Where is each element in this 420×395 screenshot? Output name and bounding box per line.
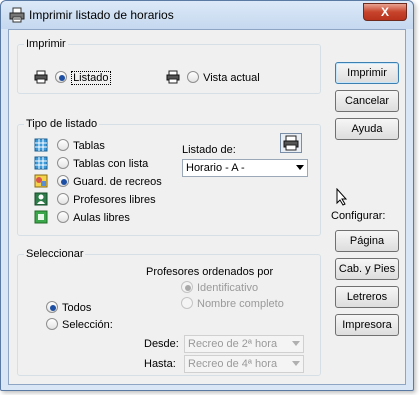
todos-option[interactable]: Todos	[46, 301, 91, 315]
desde-label: Desde:	[144, 338, 179, 350]
guard-recreos-radio[interactable]	[57, 175, 70, 188]
nombre-completo-label: Nombre completo	[197, 298, 284, 310]
listado-radio[interactable]	[55, 71, 68, 84]
hasta-value: Recreo de 4ª hora	[188, 358, 278, 370]
seleccion-option[interactable]: Selección:	[46, 318, 113, 332]
close-button[interactable]: X	[363, 3, 407, 21]
listado-de-label: Listado de:	[182, 144, 236, 156]
todos-label: Todos	[62, 302, 92, 314]
hasta-select[interactable]: Recreo de 4ª hora	[184, 355, 304, 373]
chevron-down-icon	[292, 341, 300, 346]
listado-de-value: Horario - A -	[186, 162, 245, 174]
aulas-libres-label: Aulas libres	[73, 212, 130, 224]
chevron-down-icon	[292, 361, 300, 366]
preview-printer-icon[interactable]	[280, 133, 302, 153]
print-dialog-window: Imprimir listado de horarios X Imprimir …	[0, 0, 414, 391]
hasta-label: Hasta:	[144, 358, 176, 370]
printer-icon	[9, 7, 25, 23]
printer-icon	[34, 70, 48, 84]
seleccion-label: Selección:	[62, 319, 113, 331]
profesores-libres-radio[interactable]	[57, 193, 70, 206]
profesores-libres-label: Profesores libres	[73, 194, 156, 206]
tablas-label: Tablas	[73, 140, 105, 152]
chevron-down-icon	[296, 165, 304, 170]
pagina-button[interactable]: Página	[335, 230, 399, 252]
close-icon: X	[380, 5, 389, 19]
todos-radio[interactable]	[46, 301, 58, 314]
nombre-completo-option[interactable]: Nombre completo	[181, 297, 284, 311]
classroom-icon	[34, 210, 48, 224]
desde-select[interactable]: Recreo de 2ª hora	[184, 335, 304, 353]
tipo-option-tablas[interactable]: Tablas	[34, 138, 105, 153]
listado-option[interactable]: Listado	[34, 70, 111, 85]
nombre-completo-radio[interactable]	[181, 297, 193, 310]
tipo-option-aulas-libres[interactable]: Aulas libres	[34, 210, 130, 225]
tipo-option-tablas-lista[interactable]: Tablas con lista	[34, 156, 149, 171]
identificativo-option[interactable]: Identificativo	[181, 281, 258, 295]
vista-actual-label: Vista actual	[203, 72, 260, 84]
desde-value: Recreo de 2ª hora	[188, 338, 278, 350]
cab-pies-button[interactable]: Cab. y Pies	[335, 258, 399, 280]
title-bar[interactable]: Imprimir listado de horarios X	[1, 1, 413, 29]
imprimir-legend: Imprimir	[24, 38, 68, 50]
dialog-client-area: Imprimir Listado Vista actual Tipo de li…	[8, 29, 406, 385]
printer-icon	[166, 70, 180, 84]
tipo-option-guard-recreos[interactable]: Guard. de recreos	[34, 174, 162, 189]
tablas-lista-radio[interactable]	[57, 157, 70, 170]
letreros-button[interactable]: Letreros	[335, 286, 399, 308]
seleccion-radio[interactable]	[46, 318, 58, 331]
aulas-libres-radio[interactable]	[57, 211, 70, 224]
mouse-pointer-icon	[336, 188, 348, 206]
identificativo-radio[interactable]	[181, 281, 193, 294]
tipo-listado-legend: Tipo de listado	[24, 118, 100, 130]
identificativo-label: Identificativo	[197, 282, 259, 294]
impresora-button[interactable]: Impresora	[335, 314, 399, 336]
tipo-option-profesores-libres[interactable]: Profesores libres	[34, 192, 156, 207]
listado-label: Listado	[71, 71, 111, 85]
tipo-listado-group: Tipo de listado Tablas Tablas con lista	[17, 118, 321, 236]
window-title: Imprimir listado de horarios	[29, 8, 174, 22]
listado-de-select[interactable]: Horario - A -	[182, 159, 308, 177]
seleccionar-legend: Seleccionar	[24, 248, 86, 260]
teacher-icon	[34, 192, 48, 206]
vista-actual-option[interactable]: Vista actual	[166, 70, 260, 85]
recess-guard-icon	[34, 174, 48, 188]
tablas-lista-label: Tablas con lista	[73, 158, 149, 170]
configurar-label: Configurar:	[331, 210, 386, 222]
table-list-icon	[34, 156, 48, 170]
guard-recreos-label: Guard. de recreos	[73, 176, 162, 188]
seleccionar-group: Seleccionar Profesores ordenados por Ide…	[17, 248, 321, 376]
cancelar-button[interactable]: Cancelar	[335, 90, 399, 112]
imprimir-button[interactable]: Imprimir	[335, 62, 399, 84]
tablas-radio[interactable]	[57, 139, 70, 152]
vista-actual-radio[interactable]	[187, 71, 200, 84]
ayuda-button[interactable]: Ayuda	[335, 118, 399, 140]
imprimir-group: Imprimir Listado Vista actual	[17, 38, 321, 94]
profesores-heading: Profesores ordenados por	[146, 266, 274, 278]
table-icon	[34, 138, 48, 152]
